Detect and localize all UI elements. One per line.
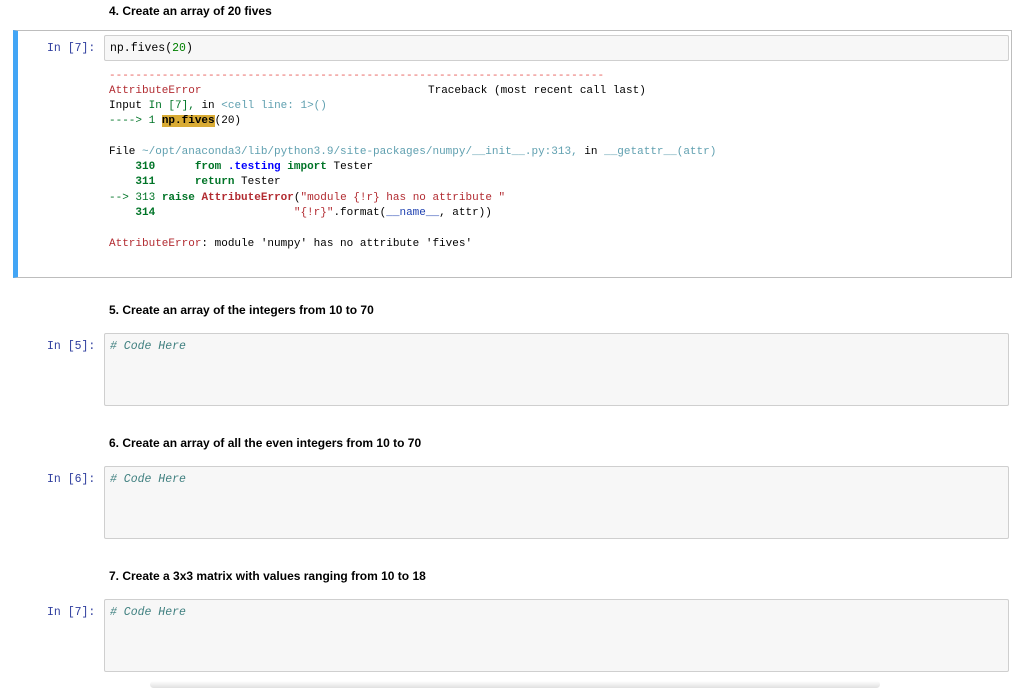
input-label: Input — [109, 100, 143, 112]
code-comment: # Code Here — [110, 606, 186, 619]
arrow-rest: (20) — [214, 115, 242, 127]
cell-prompt: In [7]: — [47, 42, 96, 55]
highlighted-code: np.fives — [161, 115, 215, 127]
markdown-heading-5: 5. Create an array of the integers from … — [109, 303, 374, 317]
line-num-314: 314 — [135, 207, 156, 219]
file-func: __getattr__(attr) — [604, 146, 717, 158]
code-comment: # Code Here — [110, 340, 186, 353]
cell-prompt: In [6]: — [47, 473, 96, 486]
format-args: , attr)) — [439, 207, 492, 219]
code-input-area[interactable]: # Code Here — [104, 333, 1009, 406]
module-name: .testing — [227, 161, 281, 173]
arrow-line-1: ----> 1 np.fives(20) — [109, 114, 241, 129]
final-error-line: AttributeError: module 'numpy' has no at… — [109, 237, 472, 252]
code-close: ) — [185, 42, 193, 55]
file-path: ~/opt/anaconda3/lib/python3.9/site-packa… — [142, 146, 578, 158]
error-string-2: "{!r}" — [293, 207, 334, 219]
markdown-heading-7: 7. Create a 3x3 matrix with values rangi… — [109, 569, 426, 583]
source-line-311: 311 return Tester — [109, 175, 281, 190]
kw-return: return — [194, 176, 235, 188]
traceback-label: Traceback (most recent call last) — [428, 85, 646, 97]
arrow-313: --> 313 — [109, 192, 156, 204]
traceback-separator: ----------------------------------------… — [109, 70, 605, 82]
cell-prompt: In [7]: — [47, 606, 96, 619]
file-label: File — [109, 146, 136, 158]
source-line-313: --> 313 raise AttributeError("module {!r… — [109, 191, 505, 206]
final-error-name: AttributeError — [109, 238, 202, 250]
input-line: Input In [7], in <cell line: 1>() — [109, 99, 327, 114]
line-num-310: 310 — [135, 161, 156, 173]
kw-import: import — [287, 161, 327, 173]
file-line: File ~/opt/anaconda3/lib/python3.9/site-… — [109, 145, 716, 160]
source-line-314: 314 "{!r}".format(__name__, attr)) — [109, 206, 492, 221]
exception-name: AttributeError — [201, 192, 294, 204]
code-input-area[interactable]: # Code Here — [104, 466, 1009, 539]
error-name: AttributeError — [109, 85, 202, 97]
kw-raise: raise — [161, 192, 195, 204]
code-input-area[interactable]: # Code Here — [104, 599, 1009, 672]
notebook-bottom-shadow — [150, 681, 880, 688]
error-string-1: "module {!r} has no attribute " — [300, 192, 506, 204]
code-arg: 20 — [172, 42, 186, 55]
code-fn: np.fives( — [110, 42, 173, 55]
line-num-311: 311 — [135, 176, 156, 188]
import-target: Tester — [333, 161, 374, 173]
markdown-heading-4: 4. Create an array of 20 fives — [109, 4, 272, 18]
markdown-heading-6: 6. Create an array of all the even integ… — [109, 436, 422, 450]
return-value: Tester — [241, 176, 281, 188]
input-in: in — [201, 100, 215, 112]
final-error-message: : module 'numpy' has no attribute 'fives… — [201, 238, 473, 250]
dunder-name: __name__ — [386, 207, 440, 219]
source-line-310: 310 from .testing import Tester — [109, 160, 373, 175]
code-comment: # Code Here — [110, 473, 186, 486]
file-in: in — [584, 146, 598, 158]
code-input-area[interactable]: np.fives(20) — [104, 35, 1009, 61]
format-call: .format( — [333, 207, 387, 219]
code-line: np.fives(20) — [110, 42, 193, 55]
cell-line-ref: <cell line: 1>() — [221, 100, 327, 112]
kw-from: from — [194, 161, 222, 173]
cell-prompt: In [5]: — [47, 340, 96, 353]
input-ref: In [7], — [148, 100, 195, 112]
arrow-1: ----> 1 — [109, 115, 162, 127]
